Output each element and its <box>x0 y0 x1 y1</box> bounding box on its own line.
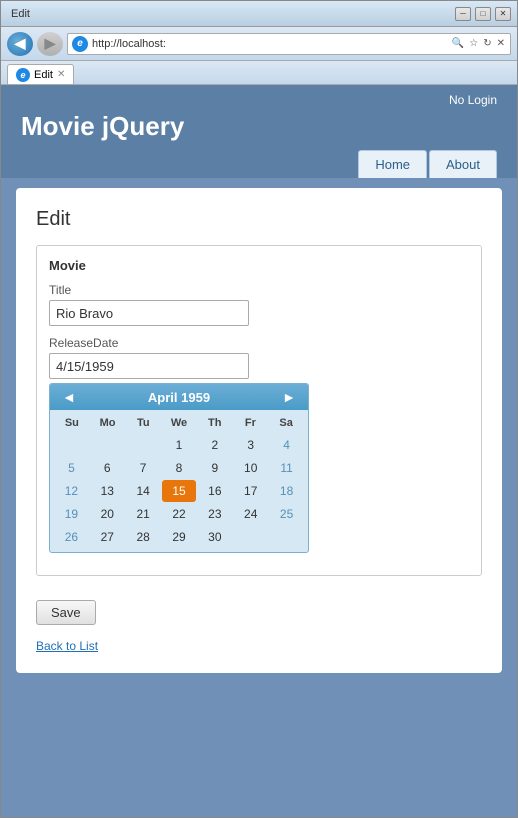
title-bar: Edit ─ □ ✕ <box>1 1 517 27</box>
browser-title: Edit <box>11 8 30 20</box>
calendar-day[interactable]: 26 <box>54 526 89 548</box>
tab-favicon-icon <box>16 68 30 82</box>
address-bar: ◀ ▶ http://localhost: 🔍 ☆ ↻ ✕ <box>1 27 517 61</box>
browser-window: Edit ─ □ ✕ ◀ ▶ http://localhost: 🔍 ☆ ↻ ✕… <box>0 0 518 818</box>
date-picker-calendar: ◄ April 1959 ► SuMoTuWeThFrSa 1234567891… <box>49 383 309 553</box>
calendar-next-button[interactable]: ► <box>278 389 300 405</box>
calendar-day[interactable]: 24 <box>233 503 268 525</box>
calendar-day <box>90 434 125 456</box>
title-input[interactable] <box>49 300 249 326</box>
calendar-day[interactable]: 13 <box>90 480 125 502</box>
calendar-day <box>269 526 304 548</box>
home-nav-button[interactable]: Home <box>358 150 427 178</box>
refresh-icon[interactable]: ↻ <box>482 37 492 50</box>
page-title: Edit <box>36 208 482 231</box>
release-date-field-group: ReleaseDate ◄ April 1959 ► SuMoTuW <box>49 336 469 553</box>
address-actions: 🔍 ☆ ↻ ✕ <box>451 37 506 50</box>
calendar-day <box>126 434 161 456</box>
page-content: No Login Movie jQuery Home About Edit Mo… <box>1 85 517 817</box>
calendar-day-name: Mo <box>90 414 126 432</box>
calendar-day[interactable]: 22 <box>162 503 197 525</box>
title-bar-controls: ─ □ ✕ <box>455 7 511 21</box>
calendar-day[interactable]: 9 <box>197 457 232 479</box>
maximize-button[interactable]: □ <box>475 7 491 21</box>
address-text[interactable]: http://localhost: <box>92 38 447 50</box>
calendar-grid: SuMoTuWeThFrSa 1234567891011121314151617… <box>50 410 308 552</box>
calendar-day[interactable]: 28 <box>126 526 161 548</box>
star-icon[interactable]: ☆ <box>468 37 479 50</box>
calendar-day[interactable]: 7 <box>126 457 161 479</box>
minimize-button[interactable]: ─ <box>455 7 471 21</box>
browser-tab[interactable]: Edit ✕ <box>7 64 74 84</box>
calendar-day <box>54 434 89 456</box>
calendar-day-name: Su <box>54 414 90 432</box>
movie-section: Movie Title ReleaseDate ◄ April 1959 <box>36 245 482 576</box>
back-to-list-link[interactable]: Back to List <box>36 639 98 653</box>
calendar-day[interactable]: 12 <box>54 480 89 502</box>
calendar-day[interactable]: 30 <box>197 526 232 548</box>
content-panel: Edit Movie Title ReleaseDate ◄ <box>16 188 502 673</box>
calendar-day[interactable]: 8 <box>162 457 197 479</box>
calendar-day-name: Sa <box>268 414 304 432</box>
calendar-day[interactable]: 10 <box>233 457 268 479</box>
calendar-day[interactable]: 2 <box>197 434 232 456</box>
calendar-day[interactable]: 17 <box>233 480 268 502</box>
section-legend: Movie <box>49 258 469 273</box>
calendar-day[interactable]: 27 <box>90 526 125 548</box>
tab-bar: Edit ✕ <box>1 61 517 85</box>
app-title: Movie jQuery <box>21 111 497 142</box>
calendar-prev-button[interactable]: ◄ <box>58 389 80 405</box>
calendar-day[interactable]: 4 <box>269 434 304 456</box>
calendar-day[interactable]: 1 <box>162 434 197 456</box>
calendar-day[interactable]: 14 <box>126 480 161 502</box>
search-icon[interactable]: 🔍 <box>451 37 465 50</box>
no-login-text: No Login <box>21 93 497 107</box>
back-button[interactable]: ◀ <box>7 32 33 56</box>
title-field-group: Title <box>49 283 469 326</box>
calendar-day-name: Th <box>197 414 233 432</box>
calendar-day <box>233 526 268 548</box>
calendar-day[interactable]: 6 <box>90 457 125 479</box>
tab-title: Edit <box>34 69 53 81</box>
calendar-day[interactable]: 16 <box>197 480 232 502</box>
tab-close-button[interactable]: ✕ <box>57 69 65 80</box>
stop-icon[interactable]: ✕ <box>496 37 506 50</box>
calendar-day-name: Fr <box>233 414 269 432</box>
title-label: Title <box>49 283 469 297</box>
calendar-day[interactable]: 3 <box>233 434 268 456</box>
release-date-input[interactable] <box>49 353 249 379</box>
main-area: Edit Movie Title ReleaseDate ◄ <box>1 178 517 817</box>
about-nav-button[interactable]: About <box>429 150 497 178</box>
calendar-days: 1234567891011121314151617181920212223242… <box>54 434 304 548</box>
calendar-day[interactable]: 5 <box>54 457 89 479</box>
calendar-day[interactable]: 21 <box>126 503 161 525</box>
calendar-day[interactable]: 29 <box>162 526 197 548</box>
forward-button[interactable]: ▶ <box>37 32 63 56</box>
calendar-day-names: SuMoTuWeThFrSa <box>54 414 304 432</box>
calendar-day-name: We <box>161 414 197 432</box>
calendar-day[interactable]: 19 <box>54 503 89 525</box>
calendar-day-name: Tu <box>125 414 161 432</box>
close-button[interactable]: ✕ <box>495 7 511 21</box>
release-date-label: ReleaseDate <box>49 336 469 350</box>
calendar-day[interactable]: 25 <box>269 503 304 525</box>
calendar-day[interactable]: 23 <box>197 503 232 525</box>
calendar-day[interactable]: 18 <box>269 480 304 502</box>
address-input-wrap: http://localhost: 🔍 ☆ ↻ ✕ <box>67 33 511 55</box>
save-button[interactable]: Save <box>36 600 96 625</box>
nav-bar: Home About <box>21 150 497 178</box>
calendar-header: ◄ April 1959 ► <box>50 384 308 410</box>
calendar-day[interactable]: 20 <box>90 503 125 525</box>
calendar-day[interactable]: 15 <box>162 480 197 502</box>
calendar-month-year: April 1959 <box>148 390 210 405</box>
app-header: No Login Movie jQuery Home About <box>1 85 517 178</box>
browser-favicon-icon <box>72 36 88 52</box>
calendar-day[interactable]: 11 <box>269 457 304 479</box>
